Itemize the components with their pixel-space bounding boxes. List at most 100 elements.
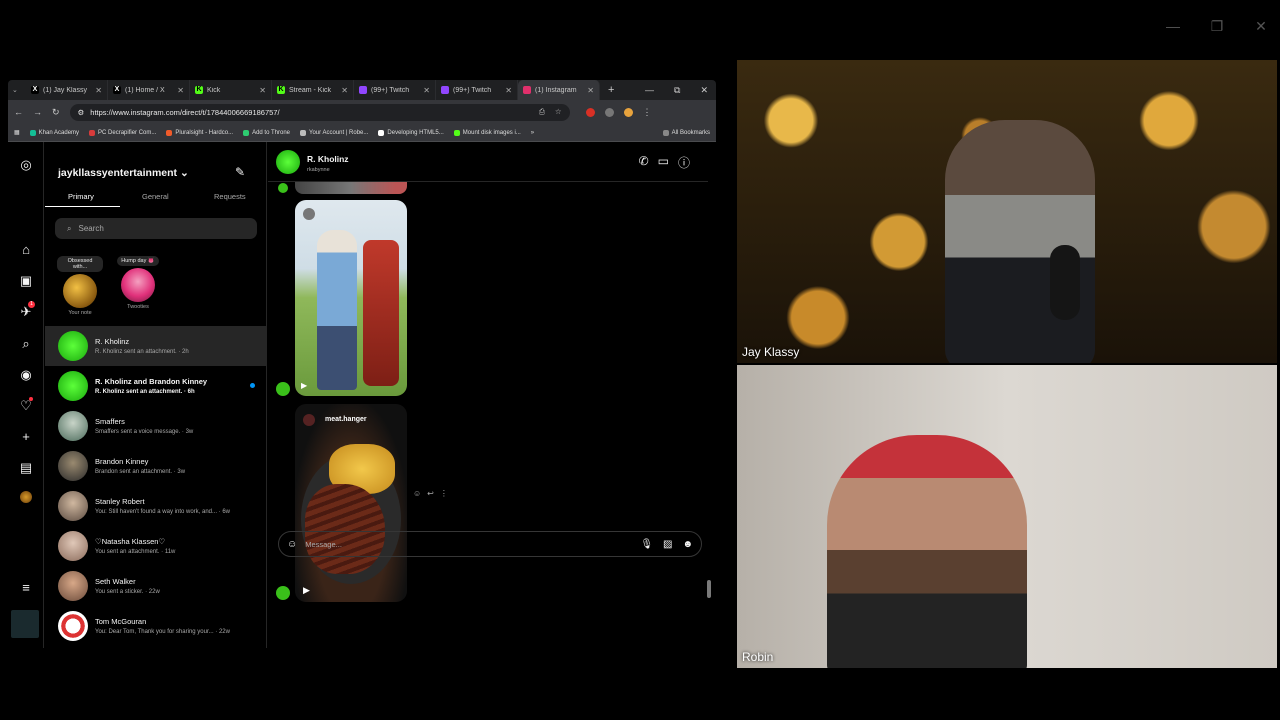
thread-name[interactable]: R. Kholinz bbox=[307, 154, 349, 164]
reply-icon[interactable]: ↩ bbox=[427, 489, 434, 498]
create-icon[interactable]: + bbox=[18, 429, 34, 445]
reels-icon[interactable]: ▣ bbox=[18, 273, 34, 289]
close-icon[interactable]: ✕ bbox=[1252, 18, 1270, 35]
extensions-puzzle-icon[interactable] bbox=[604, 107, 614, 117]
bookmark-item[interactable]: Developing HTML5... bbox=[378, 129, 444, 136]
more-options-icon[interactable]: ⋮ bbox=[440, 489, 448, 498]
sender-avatar bbox=[276, 382, 290, 396]
browser-tab[interactable]: K Stream - Kick ✕ bbox=[272, 80, 354, 100]
shared-reel-2[interactable]: meat.hanger ▶ bbox=[295, 404, 407, 602]
address-bar[interactable]: ⚙ https://www.instagram.com/direct/t/178… bbox=[69, 103, 570, 121]
new-message-icon[interactable]: ✎ bbox=[235, 165, 245, 179]
reload-icon[interactable]: ↻ bbox=[52, 107, 60, 118]
conversation-item[interactable]: ♡Natasha Klassen♡ You sent an attachment.… bbox=[45, 526, 267, 566]
info-icon[interactable]: ⓘ bbox=[678, 154, 690, 171]
home-icon[interactable]: ⌂ bbox=[18, 242, 34, 258]
thread-avatar[interactable] bbox=[276, 150, 300, 174]
account-switcher[interactable]: jaykllassyentertainment ⌄ bbox=[58, 167, 189, 179]
conversation-item[interactable]: Smaffers Smaffers sent a voice message. ·… bbox=[45, 406, 267, 446]
menu-kebab-icon[interactable]: ⋮ bbox=[643, 107, 652, 117]
react-emoji-icon[interactable]: ☺ bbox=[413, 489, 421, 498]
phone-icon[interactable]: ✆ bbox=[639, 154, 649, 171]
new-tab-button[interactable]: + bbox=[600, 84, 622, 96]
conversation-item[interactable]: Seth Walker You sent a sticker. · 22w bbox=[45, 566, 267, 606]
search-input[interactable]: ⌕ Search bbox=[55, 218, 257, 239]
explore-icon[interactable]: ◉ bbox=[18, 367, 34, 383]
instagram-logo-icon[interactable]: ◎ bbox=[18, 157, 34, 173]
video-tile-robin[interactable]: Robin bbox=[737, 365, 1277, 668]
image-icon[interactable]: ▨ bbox=[663, 539, 672, 550]
apps-icon[interactable]: ▦ bbox=[14, 129, 20, 136]
video-call-icon[interactable]: ▭ bbox=[658, 154, 669, 171]
maximize-icon[interactable]: ❐ bbox=[1208, 18, 1226, 35]
all-bookmarks[interactable]: All Bookmarks bbox=[662, 129, 710, 136]
bookmarks-overflow-icon[interactable]: » bbox=[531, 130, 534, 136]
browser-tab[interactable]: K Kick ✕ bbox=[190, 80, 272, 100]
forward-icon[interactable]: → bbox=[33, 107, 42, 117]
close-tab-icon[interactable]: ✕ bbox=[95, 86, 102, 95]
conversation-preview: You: Still haven't found a way into work… bbox=[95, 509, 230, 515]
bookmark-item[interactable]: Your Account | Robe... bbox=[300, 129, 369, 136]
browser-minimize-icon[interactable]: — bbox=[645, 85, 654, 96]
sticker-icon[interactable]: ☻ bbox=[682, 539, 693, 550]
close-tab-icon[interactable]: ✕ bbox=[587, 86, 594, 95]
browser-tab[interactable]: (99+) Twitch ✕ bbox=[354, 80, 436, 100]
install-icon[interactable]: ⎙ bbox=[539, 107, 545, 117]
bookmark-item[interactable]: Khan Academy bbox=[29, 129, 79, 136]
microphone-icon[interactable]: 🎙 bbox=[640, 539, 653, 550]
scrollbar-thumb[interactable] bbox=[707, 580, 711, 598]
conversation-item[interactable]: Tom McGouran You: Dear Tom, Thank you for… bbox=[45, 606, 267, 646]
tab-general[interactable]: General bbox=[142, 192, 169, 201]
browser-tab[interactable]: (99+) Twitch ✕ bbox=[436, 80, 518, 100]
profile-avatar[interactable] bbox=[20, 491, 32, 503]
bookmark-item[interactable]: Add to Throne bbox=[243, 129, 291, 136]
bookmark-item[interactable]: Mount disk images i... bbox=[453, 129, 521, 136]
post-author[interactable]: meat.hanger bbox=[325, 416, 367, 423]
note-your[interactable]: Obsessed with... Your note bbox=[57, 256, 103, 316]
thread-scrollbar[interactable] bbox=[706, 186, 712, 606]
bookmark-item[interactable]: Pluralsight - Hardco... bbox=[166, 129, 233, 136]
tab-requests[interactable]: Requests bbox=[214, 192, 246, 201]
browser-tab[interactable]: X (1) Home / X ✕ bbox=[108, 80, 190, 100]
dashboard-icon[interactable]: ▤ bbox=[18, 460, 34, 476]
conversation-name: R. Kholinz and Brandon Kinney bbox=[95, 377, 208, 386]
close-tab-icon[interactable]: ✕ bbox=[177, 86, 184, 95]
close-tab-icon[interactable]: ✕ bbox=[259, 86, 266, 95]
close-tab-icon[interactable]: ✕ bbox=[341, 86, 348, 95]
more-menu-icon[interactable]: ≡ bbox=[18, 580, 34, 596]
emoji-icon[interactable]: ☺ bbox=[287, 539, 297, 550]
back-icon[interactable]: ← bbox=[14, 107, 23, 117]
video-tile-jay[interactable]: Jay Klassy bbox=[737, 60, 1277, 363]
browser-restore-icon[interactable]: ⧉ bbox=[674, 85, 680, 96]
conversation-item[interactable]: R. Kholinz and Brandon Kinney R. Kholinz … bbox=[45, 366, 267, 406]
note-twooties[interactable]: Hump day 👅 Twooties bbox=[115, 256, 161, 310]
post-author-avatar bbox=[303, 414, 315, 426]
bookmark-label: Add to Throne bbox=[252, 129, 291, 136]
browser-tab[interactable]: (1) Instagram ✕ bbox=[518, 80, 600, 100]
close-tab-icon[interactable]: ✕ bbox=[505, 86, 512, 95]
message-input[interactable]: ☺ Message... 🎙 ▨ ☻ bbox=[278, 531, 702, 557]
conversation-item[interactable]: Brandon Kinney Brandon sent an attachment… bbox=[45, 446, 267, 486]
bookmark-label: Your Account | Robe... bbox=[309, 129, 369, 136]
conversation-item[interactable]: Stanley Robert You: Still haven't found a… bbox=[45, 486, 267, 526]
shared-reel-1[interactable]: ▶ bbox=[295, 200, 407, 396]
close-tab-icon[interactable]: ✕ bbox=[423, 86, 430, 95]
x-icon: X bbox=[31, 86, 39, 94]
reel-icon: ▶ bbox=[303, 585, 310, 595]
search-nav-icon[interactable]: ⌕ bbox=[18, 336, 34, 352]
site-info-icon[interactable]: ⚙ bbox=[78, 108, 85, 117]
extension-red-icon[interactable] bbox=[585, 107, 595, 117]
tab-primary[interactable]: Primary bbox=[68, 192, 94, 201]
app-switcher-icon[interactable] bbox=[11, 610, 39, 638]
microphone bbox=[1050, 245, 1080, 320]
bookmark-star-icon[interactable]: ☆ bbox=[555, 107, 562, 117]
profile-icon[interactable] bbox=[623, 107, 633, 117]
conversation-item[interactable]: R. Kholinz R. Kholinz sent an attachment.… bbox=[45, 326, 267, 366]
bookmark-item[interactable]: PC Decrapifier Com... bbox=[89, 129, 156, 136]
tab-search-icon[interactable]: ⌄ bbox=[12, 86, 26, 94]
minimize-icon[interactable]: — bbox=[1164, 18, 1182, 35]
browser-tab[interactable]: X (1) Jay Klassy ✕ bbox=[26, 80, 108, 100]
bookmarks-bar: ▦ Khan Academy PC Decrapifier Com... Plura… bbox=[8, 124, 716, 142]
browser-close-icon[interactable]: ✕ bbox=[700, 85, 708, 96]
browser-window-controls: — ⧉ ✕ bbox=[645, 85, 716, 96]
